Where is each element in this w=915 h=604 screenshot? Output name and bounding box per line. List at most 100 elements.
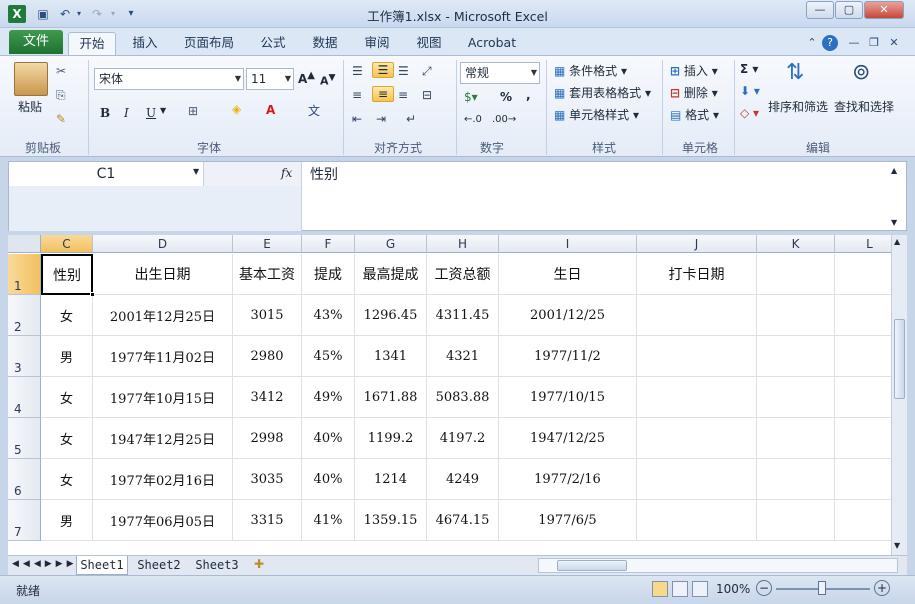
cell-l2[interactable] xyxy=(835,295,891,336)
row-header-4[interactable]: 4 xyxy=(8,377,41,418)
cell-l4[interactable] xyxy=(835,377,891,418)
cell-k2[interactable] xyxy=(757,295,835,336)
align-right-icon[interactable]: ≡ xyxy=(398,88,408,102)
cell-g3[interactable]: 1341 xyxy=(355,336,427,377)
normal-view-icon[interactable] xyxy=(652,581,668,597)
cell-e3[interactable]: 2980 xyxy=(233,336,302,377)
shrink-font-icon[interactable]: A▼ xyxy=(320,72,336,88)
cell-k6[interactable] xyxy=(757,459,835,500)
cell-e2[interactable]: 3015 xyxy=(233,295,302,336)
paste-icon[interactable] xyxy=(14,62,48,96)
cell-i5[interactable]: 1947/12/25 xyxy=(499,418,637,459)
column-header-k[interactable]: K xyxy=(757,235,835,253)
cell-h6[interactable]: 4249 xyxy=(427,459,499,500)
insert-cells-button[interactable]: ⊞ 插入 ▾ xyxy=(670,62,718,79)
fill-handle[interactable] xyxy=(90,292,95,297)
collapse-formula-icon[interactable]: ▼ xyxy=(891,218,897,227)
cell-d3[interactable]: 1977年11月02日 xyxy=(93,336,233,377)
cell-l1[interactable] xyxy=(835,254,891,295)
cell-k5[interactable] xyxy=(757,418,835,459)
format-painter-icon[interactable]: ✎ xyxy=(56,112,66,126)
sheet-tab-1[interactable]: Sheet1 xyxy=(76,556,128,575)
align-bottom-icon[interactable]: ☰ xyxy=(398,64,409,78)
cell-e5[interactable]: 2998 xyxy=(233,418,302,459)
cell-i6[interactable]: 1977/2/16 xyxy=(499,459,637,500)
cell-j7[interactable] xyxy=(637,500,757,541)
underline-button[interactable]: U xyxy=(146,106,156,120)
zoom-in-icon[interactable]: + xyxy=(874,580,890,596)
cell-g2[interactable]: 1296.45 xyxy=(355,295,427,336)
cell-j1[interactable]: 打卡日期 xyxy=(637,254,757,295)
maximize-button[interactable]: ▢ xyxy=(835,1,863,19)
insert-function-button[interactable]: fx xyxy=(281,166,292,180)
scroll-up-icon[interactable]: ▲ xyxy=(894,237,900,246)
conditional-format-button[interactable]: ▦ 条件格式 ▾ xyxy=(554,62,627,79)
cell-f3[interactable]: 45% xyxy=(302,336,355,377)
tab-formulas[interactable]: 公式 xyxy=(252,32,294,55)
minimize-ribbon-icon[interactable]: ⌃ xyxy=(804,35,820,51)
column-header-d[interactable]: D xyxy=(93,235,233,253)
cell-g5[interactable]: 1199.2 xyxy=(355,418,427,459)
wrap-text-icon[interactable]: ↵ xyxy=(406,112,416,126)
orientation-icon[interactable]: ⤢ xyxy=(422,64,432,79)
tab-view[interactable]: 视图 xyxy=(408,32,450,55)
column-header-h[interactable]: H xyxy=(427,235,499,253)
cell-k4[interactable] xyxy=(757,377,835,418)
sort-filter-button[interactable]: 排序和筛选 xyxy=(768,98,828,115)
cell-j2[interactable] xyxy=(637,295,757,336)
cell-c1[interactable]: 性别 xyxy=(41,254,93,295)
cell-d4[interactable]: 1977年10月15日 xyxy=(93,377,233,418)
cell-f5[interactable]: 40% xyxy=(302,418,355,459)
tab-file[interactable]: 文件 xyxy=(9,30,63,54)
row-header-5[interactable]: 5 xyxy=(8,418,41,459)
font-name-combo[interactable]: 宋体 ▼ xyxy=(94,68,244,90)
cell-f2[interactable]: 43% xyxy=(302,295,355,336)
help-icon[interactable]: ? xyxy=(822,35,838,51)
borders-icon[interactable]: ⊞ xyxy=(188,104,198,118)
percent-button[interactable]: % xyxy=(500,90,512,104)
cell-f6[interactable]: 40% xyxy=(302,459,355,500)
sheet-tab-3[interactable]: Sheet3 xyxy=(190,556,244,575)
cell-h1[interactable]: 工资总额 xyxy=(427,254,499,295)
italic-button[interactable]: I xyxy=(124,106,129,120)
paste-button[interactable]: 粘贴 xyxy=(18,98,42,115)
binoculars-icon[interactable]: ⊚ xyxy=(852,60,870,85)
cell-c5[interactable]: 女 xyxy=(41,418,93,459)
cell-h2[interactable]: 4311.45 xyxy=(427,295,499,336)
cell-g4[interactable]: 1671.88 xyxy=(355,377,427,418)
formula-input[interactable]: 性别 xyxy=(310,164,338,184)
cell-h4[interactable]: 5083.88 xyxy=(427,377,499,418)
minimize-button[interactable]: — xyxy=(806,1,834,19)
select-all-corner[interactable] xyxy=(8,235,41,253)
vertical-scroll-thumb[interactable] xyxy=(894,319,905,399)
cell-d1[interactable]: 出生日期 xyxy=(93,254,233,295)
cell-i7[interactable]: 1977/6/5 xyxy=(499,500,637,541)
name-box-dropdown-icon[interactable]: ▼ xyxy=(193,167,199,176)
tab-home[interactable]: 开始 xyxy=(68,32,116,55)
cell-c3[interactable]: 男 xyxy=(41,336,93,377)
format-cells-button[interactable]: ▤ 格式 ▾ xyxy=(670,106,719,123)
close-button[interactable]: ✕ xyxy=(864,1,904,19)
tab-page-layout[interactable]: 页面布局 xyxy=(176,32,242,55)
row-header-1[interactable]: 1 xyxy=(8,254,41,295)
new-sheet-icon[interactable]: ✚ xyxy=(254,557,264,571)
row-header-6[interactable]: 6 xyxy=(8,459,41,500)
column-header-f[interactable]: F xyxy=(302,235,355,253)
column-header-l[interactable]: L xyxy=(835,235,891,253)
row-header-2[interactable]: 2 xyxy=(8,295,41,336)
increase-indent-icon[interactable]: ⇥ xyxy=(376,112,386,126)
tab-acrobat[interactable]: Acrobat xyxy=(462,32,522,55)
sheet-nav-icons[interactable]: ◀◀◀▶▶▶ xyxy=(12,559,78,569)
cut-icon[interactable]: ✂ xyxy=(56,64,66,78)
name-box[interactable]: C1 xyxy=(9,162,204,186)
comma-button[interactable]: , xyxy=(526,88,531,102)
cell-l6[interactable] xyxy=(835,459,891,500)
expand-formula-icon[interactable]: ▲ xyxy=(891,166,897,175)
grow-font-icon[interactable]: A▲ xyxy=(298,70,315,86)
clear-icon[interactable]: ◇ ▾ xyxy=(740,106,759,120)
cell-styles-button[interactable]: ▦ 单元格样式 ▾ xyxy=(554,106,639,123)
cell-e4[interactable]: 3412 xyxy=(233,377,302,418)
bold-button[interactable]: B xyxy=(100,106,110,120)
cell-d6[interactable]: 1977年02月16日 xyxy=(93,459,233,500)
cell-h3[interactable]: 4321 xyxy=(427,336,499,377)
